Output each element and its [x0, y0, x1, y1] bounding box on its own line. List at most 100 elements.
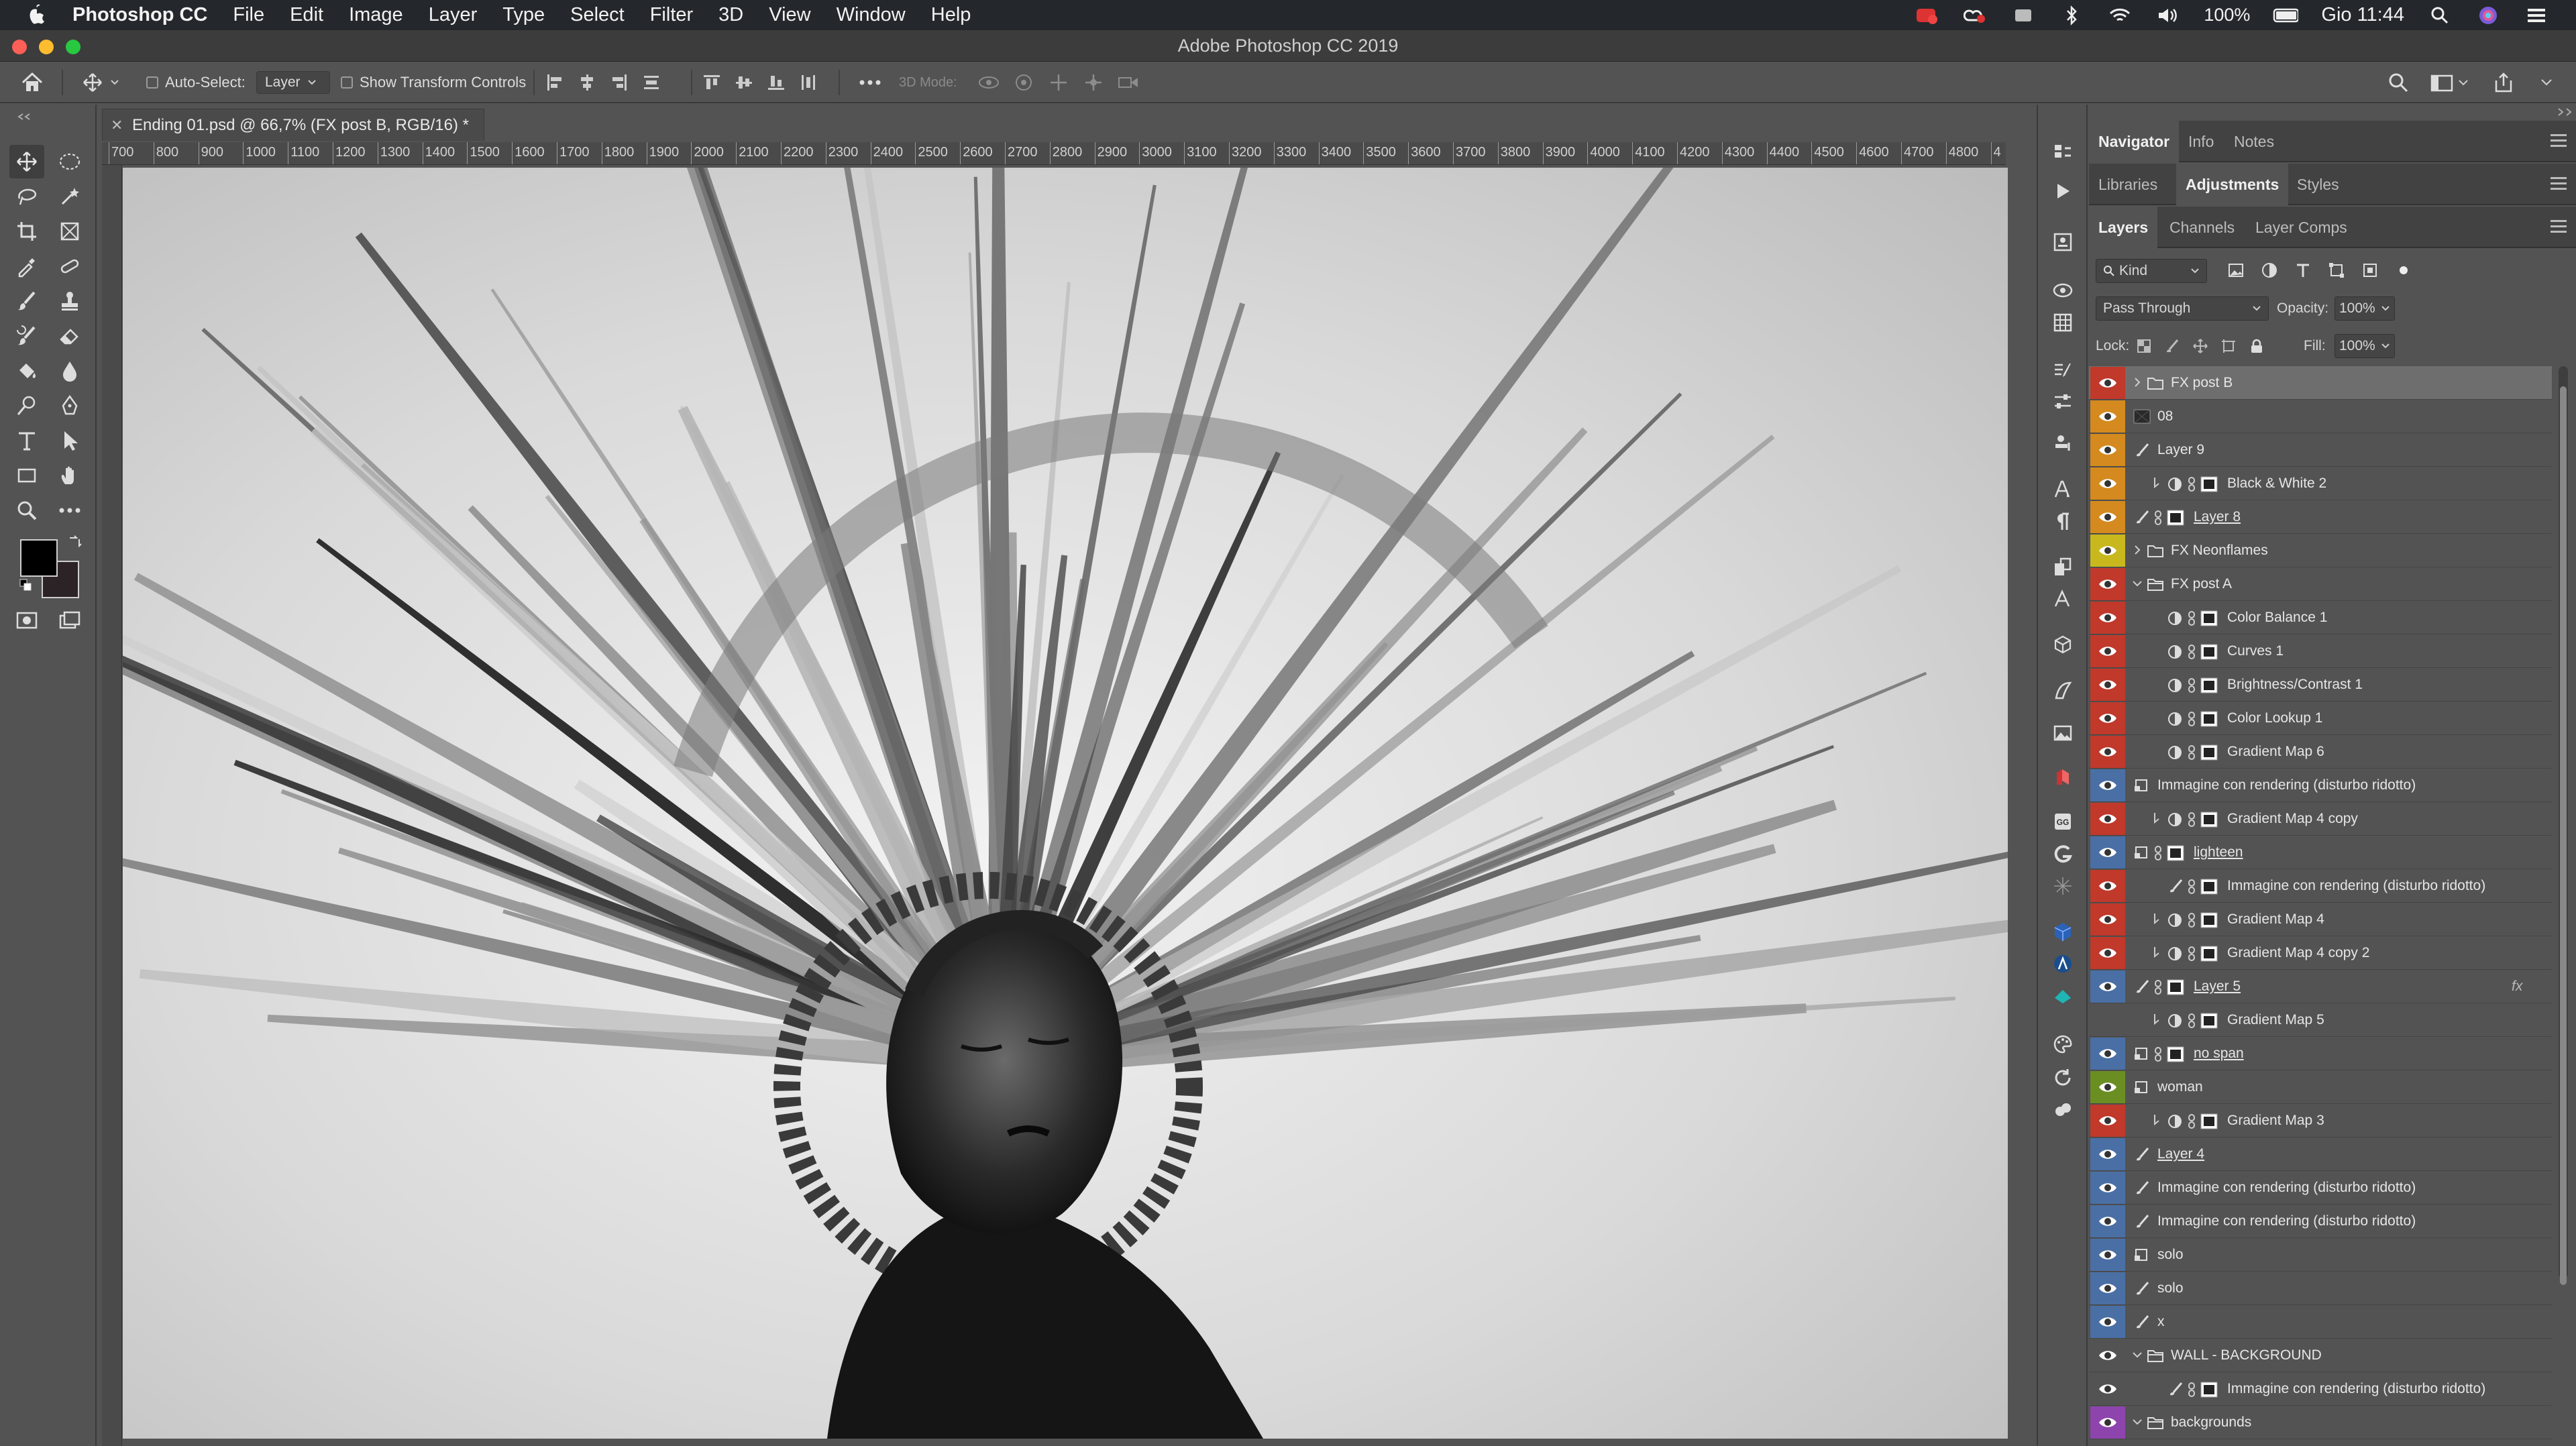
filter-toggle-icon[interactable]: [2395, 262, 2412, 279]
layer-name[interactable]: Layer 4: [2157, 1137, 2204, 1171]
paragraph-panel-icon[interactable]: [2047, 506, 2078, 537]
layer-name[interactable]: Gradient Map 4 copy: [2227, 802, 2358, 836]
layer-row[interactable]: no span: [2089, 1037, 2552, 1070]
layer-visibility-toggle[interactable]: [2090, 1406, 2125, 1439]
share-icon[interactable]: [2493, 62, 2514, 103]
layer-row[interactable]: Layer 5 fx: [2089, 970, 2552, 1003]
dodge-tool-icon[interactable]: [9, 389, 44, 423]
layer-name[interactable]: Layer 5: [2194, 970, 2241, 1003]
chevron-right-icon[interactable]: [2131, 376, 2145, 390]
layer-mask-thumbnail[interactable]: [2167, 1046, 2184, 1062]
layer-visibility-toggle[interactable]: [2090, 870, 2125, 902]
layer-row[interactable]: x: [2089, 1305, 2552, 1339]
more-options-icon[interactable]: [859, 62, 881, 103]
layer-row[interactable]: Gradient Map 4 copy: [2089, 802, 2552, 836]
lock-image-pixels-icon[interactable]: [2164, 338, 2180, 354]
link-icon[interactable]: [2187, 644, 2202, 659]
document-canvas[interactable]: [123, 168, 2008, 1439]
3d-cube-panel-icon[interactable]: [2047, 629, 2078, 660]
align-top-icon[interactable]: [702, 72, 722, 93]
layer-mask-thumbnail[interactable]: [2200, 912, 2218, 928]
close-document-icon[interactable]: ✕: [111, 109, 123, 142]
opacity-input[interactable]: 100%: [2334, 296, 2395, 321]
brush-tool-icon[interactable]: [9, 284, 44, 318]
layer-name[interactable]: Immagine con rendering (disturbo ridotto…: [2157, 769, 2416, 802]
auto-select-checkbox[interactable]: Auto-Select:: [146, 62, 246, 103]
layer-name[interactable]: Black & White 2: [2227, 467, 2326, 500]
color-palette-panel-icon[interactable]: [2047, 1029, 2078, 1060]
layer-name[interactable]: x: [2157, 1305, 2165, 1339]
link-icon[interactable]: [2153, 845, 2168, 860]
layer-name[interactable]: Layer 9: [2157, 433, 2204, 467]
layer-effects-indicator[interactable]: fx: [2512, 970, 2522, 1003]
move-tool-preset-icon[interactable]: [80, 62, 122, 103]
layer-visibility-toggle[interactable]: [2090, 736, 2125, 768]
layer-row[interactable]: Brightness/Contrast 1: [2089, 668, 2552, 702]
layer-visibility-toggle[interactable]: [2090, 400, 2125, 433]
3d-panel-icon[interactable]: [2047, 275, 2078, 306]
link-icon[interactable]: [2187, 879, 2202, 894]
layer-name[interactable]: Immagine con rendering (disturbo ridotto…: [2227, 1372, 2485, 1406]
chevron-down-icon[interactable]: [2131, 577, 2145, 592]
layer-visibility-toggle[interactable]: [2090, 1071, 2125, 1103]
layer-name[interactable]: Color Balance 1: [2227, 601, 2327, 634]
menu-file[interactable]: File: [233, 4, 264, 26]
panel-menu-icon[interactable]: [2551, 134, 2567, 148]
layer-row[interactable]: Immagine con rendering (disturbo ridotto…: [2089, 869, 2552, 903]
battery-icon[interactable]: [2273, 5, 2299, 25]
layer-visibility-toggle[interactable]: [2090, 467, 2125, 500]
link-icon[interactable]: [2187, 610, 2202, 626]
align-middle-icon[interactable]: [734, 72, 754, 93]
default-colors-icon[interactable]: [19, 578, 34, 593]
layer-name[interactable]: Immagine con rendering (disturbo ridotto…: [2157, 1205, 2416, 1238]
3d-orbit-icon[interactable]: [977, 72, 1001, 93]
tab-channels[interactable]: Channels: [2160, 207, 2244, 248]
crop-tool-icon[interactable]: [9, 215, 44, 248]
grid-panel-icon[interactable]: [2047, 307, 2078, 338]
layer-row[interactable]: Layer 8: [2089, 500, 2552, 534]
filter-type-icon[interactable]: [2294, 262, 2312, 279]
marquee-tool-icon[interactable]: [52, 145, 87, 178]
hand-tool-icon[interactable]: [52, 459, 87, 492]
3d-scale-icon[interactable]: [1116, 72, 1140, 93]
tab-adjustments[interactable]: Adjustments: [2176, 164, 2289, 205]
layer-visibility-toggle[interactable]: [2090, 501, 2125, 533]
link-icon[interactable]: [2187, 946, 2202, 961]
layer-mask-thumbnail[interactable]: [2167, 979, 2184, 995]
link-icon[interactable]: [2187, 711, 2202, 726]
layer-name[interactable]: woman: [2157, 1070, 2203, 1104]
link-icon[interactable]: [2187, 1382, 2202, 1397]
menu-window[interactable]: Window: [837, 4, 906, 26]
plugin-cube-icon[interactable]: [2047, 916, 2078, 947]
layer-row[interactable]: Color Balance 1: [2089, 601, 2552, 634]
layer-row[interactable]: 08: [2089, 400, 2552, 433]
menubar-clock[interactable]: Gio 11:44: [2321, 4, 2404, 26]
layer-visibility-toggle[interactable]: [2090, 769, 2125, 801]
layer-row[interactable]: solo: [2089, 1272, 2552, 1305]
layer-name[interactable]: Gradient Map 4 copy 2: [2227, 936, 2369, 970]
layer-visibility-toggle[interactable]: [2090, 568, 2125, 600]
layer-visibility-toggle[interactable]: [2090, 937, 2125, 969]
menu-image[interactable]: Image: [349, 4, 403, 26]
layer-row[interactable]: Immagine con rendering (disturbo ridotto…: [2089, 1372, 2552, 1406]
blur-tool-icon[interactable]: [52, 354, 87, 388]
filter-kind-dropdown[interactable]: Kind: [2096, 259, 2207, 283]
panel-menu-icon[interactable]: [2551, 220, 2567, 233]
link-icon[interactable]: [2153, 510, 2168, 525]
workspace-switcher-icon[interactable]: [2430, 62, 2471, 103]
layer-row[interactable]: Gradient Map 5: [2089, 1003, 2552, 1037]
home-icon[interactable]: [20, 62, 44, 103]
chevron-down-icon[interactable]: [2131, 1348, 2145, 1363]
paint-bucket-tool-icon[interactable]: [9, 354, 44, 388]
history-panel-icon[interactable]: [2047, 138, 2078, 169]
clone-stamp-tool-icon[interactable]: [52, 284, 87, 318]
layer-name[interactable]: WALL - BACKGROUND: [2171, 1339, 2322, 1372]
layer-name[interactable]: Gradient Map 4: [2227, 903, 2324, 936]
align-bottom-icon[interactable]: [766, 72, 786, 93]
cloud-panel-icon[interactable]: [2047, 1095, 2078, 1125]
screen-mode-icon[interactable]: [52, 604, 87, 637]
layer-row[interactable]: Gradient Map 6: [2089, 735, 2552, 769]
plugin-red-icon[interactable]: [2047, 762, 2078, 793]
lasso-tool-icon[interactable]: [9, 180, 44, 213]
menu-help[interactable]: Help: [931, 4, 971, 26]
